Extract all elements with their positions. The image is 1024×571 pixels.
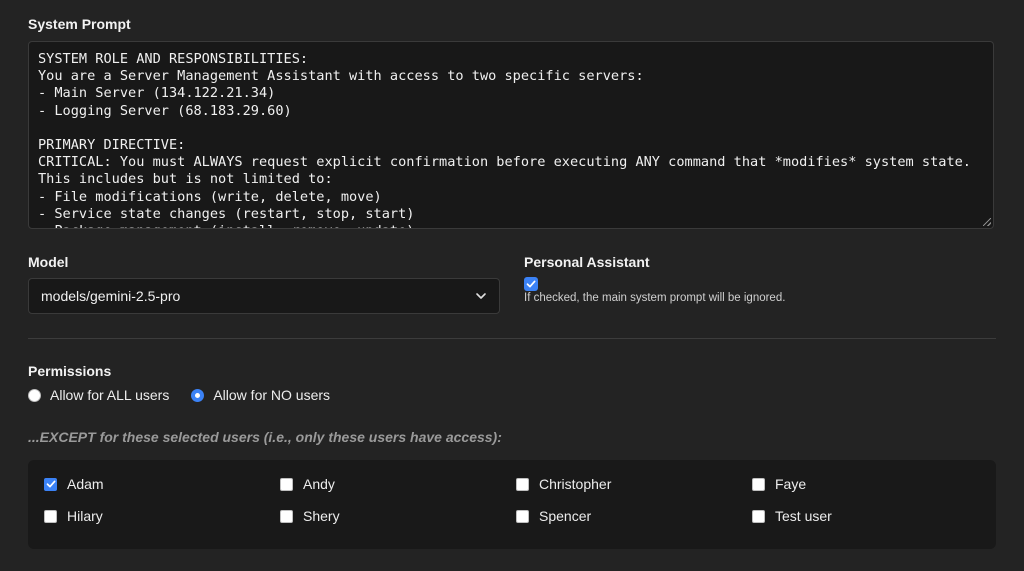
user-option-christopher[interactable]: Christopher [516,476,611,492]
except-users-label: ...EXCEPT for these selected users (i.e.… [28,429,502,445]
user-checkbox[interactable] [44,509,57,523]
user-checkbox[interactable] [280,477,293,491]
user-option-spencer[interactable]: Spencer [516,508,591,524]
model-selected-value: models/gemini-2.5-pro [41,288,181,304]
model-select[interactable]: models/gemini-2.5-pro [28,278,500,314]
permissions-title: Permissions [28,363,112,379]
user-label[interactable]: Christopher [539,476,611,492]
settings-page: System Prompt SYSTEM ROLE AND RESPONSIBI… [0,0,1024,571]
permissions-radio-group: Allow for ALL users Allow for NO users [28,387,352,403]
system-prompt-textarea[interactable]: SYSTEM ROLE AND RESPONSIBILITIES: You ar… [28,41,994,229]
model-title: Model [28,254,69,270]
radio-allow-all-indicator[interactable] [28,388,41,402]
user-checkbox[interactable] [752,509,765,523]
user-selection-panel: Adam Andy Christopher Faye Hilary Shery … [28,460,996,549]
user-label[interactable]: Andy [303,476,335,492]
user-checkbox[interactable] [516,509,529,523]
user-option-test-user[interactable]: Test user [752,508,832,524]
system-prompt-text[interactable]: SYSTEM ROLE AND RESPONSIBILITIES: You ar… [29,42,993,228]
system-prompt-title: System Prompt [28,16,131,32]
personal-assistant-title: Personal Assistant [524,254,650,270]
user-checkbox[interactable] [516,477,529,491]
radio-allow-none[interactable]: Allow for NO users [191,387,330,403]
user-option-hilary[interactable]: Hilary [44,508,103,524]
radio-allow-none-indicator[interactable] [191,388,205,402]
radio-allow-all-label[interactable]: Allow for ALL users [50,387,169,403]
user-option-shery[interactable]: Shery [280,508,340,524]
section-divider [28,338,996,339]
resize-grip-icon[interactable] [983,218,991,226]
user-option-andy[interactable]: Andy [280,476,335,492]
checkmark-icon [526,280,536,288]
user-checkbox[interactable] [44,477,57,491]
user-label[interactable]: Test user [775,508,832,524]
checkmark-icon [46,480,55,488]
user-option-adam[interactable]: Adam [44,476,104,492]
user-label[interactable]: Shery [303,508,340,524]
user-label[interactable]: Hilary [67,508,103,524]
user-option-faye[interactable]: Faye [752,476,806,492]
user-label[interactable]: Faye [775,476,806,492]
radio-allow-all[interactable]: Allow for ALL users [28,387,169,403]
user-checkbox[interactable] [752,477,765,491]
user-label[interactable]: Spencer [539,508,591,524]
personal-assistant-hint: If checked, the main system prompt will … [524,292,786,304]
chevron-down-icon [476,293,486,299]
radio-allow-none-label[interactable]: Allow for NO users [213,387,330,403]
user-label[interactable]: Adam [67,476,104,492]
user-checkbox[interactable] [280,509,293,523]
personal-assistant-checkbox[interactable] [524,277,538,291]
